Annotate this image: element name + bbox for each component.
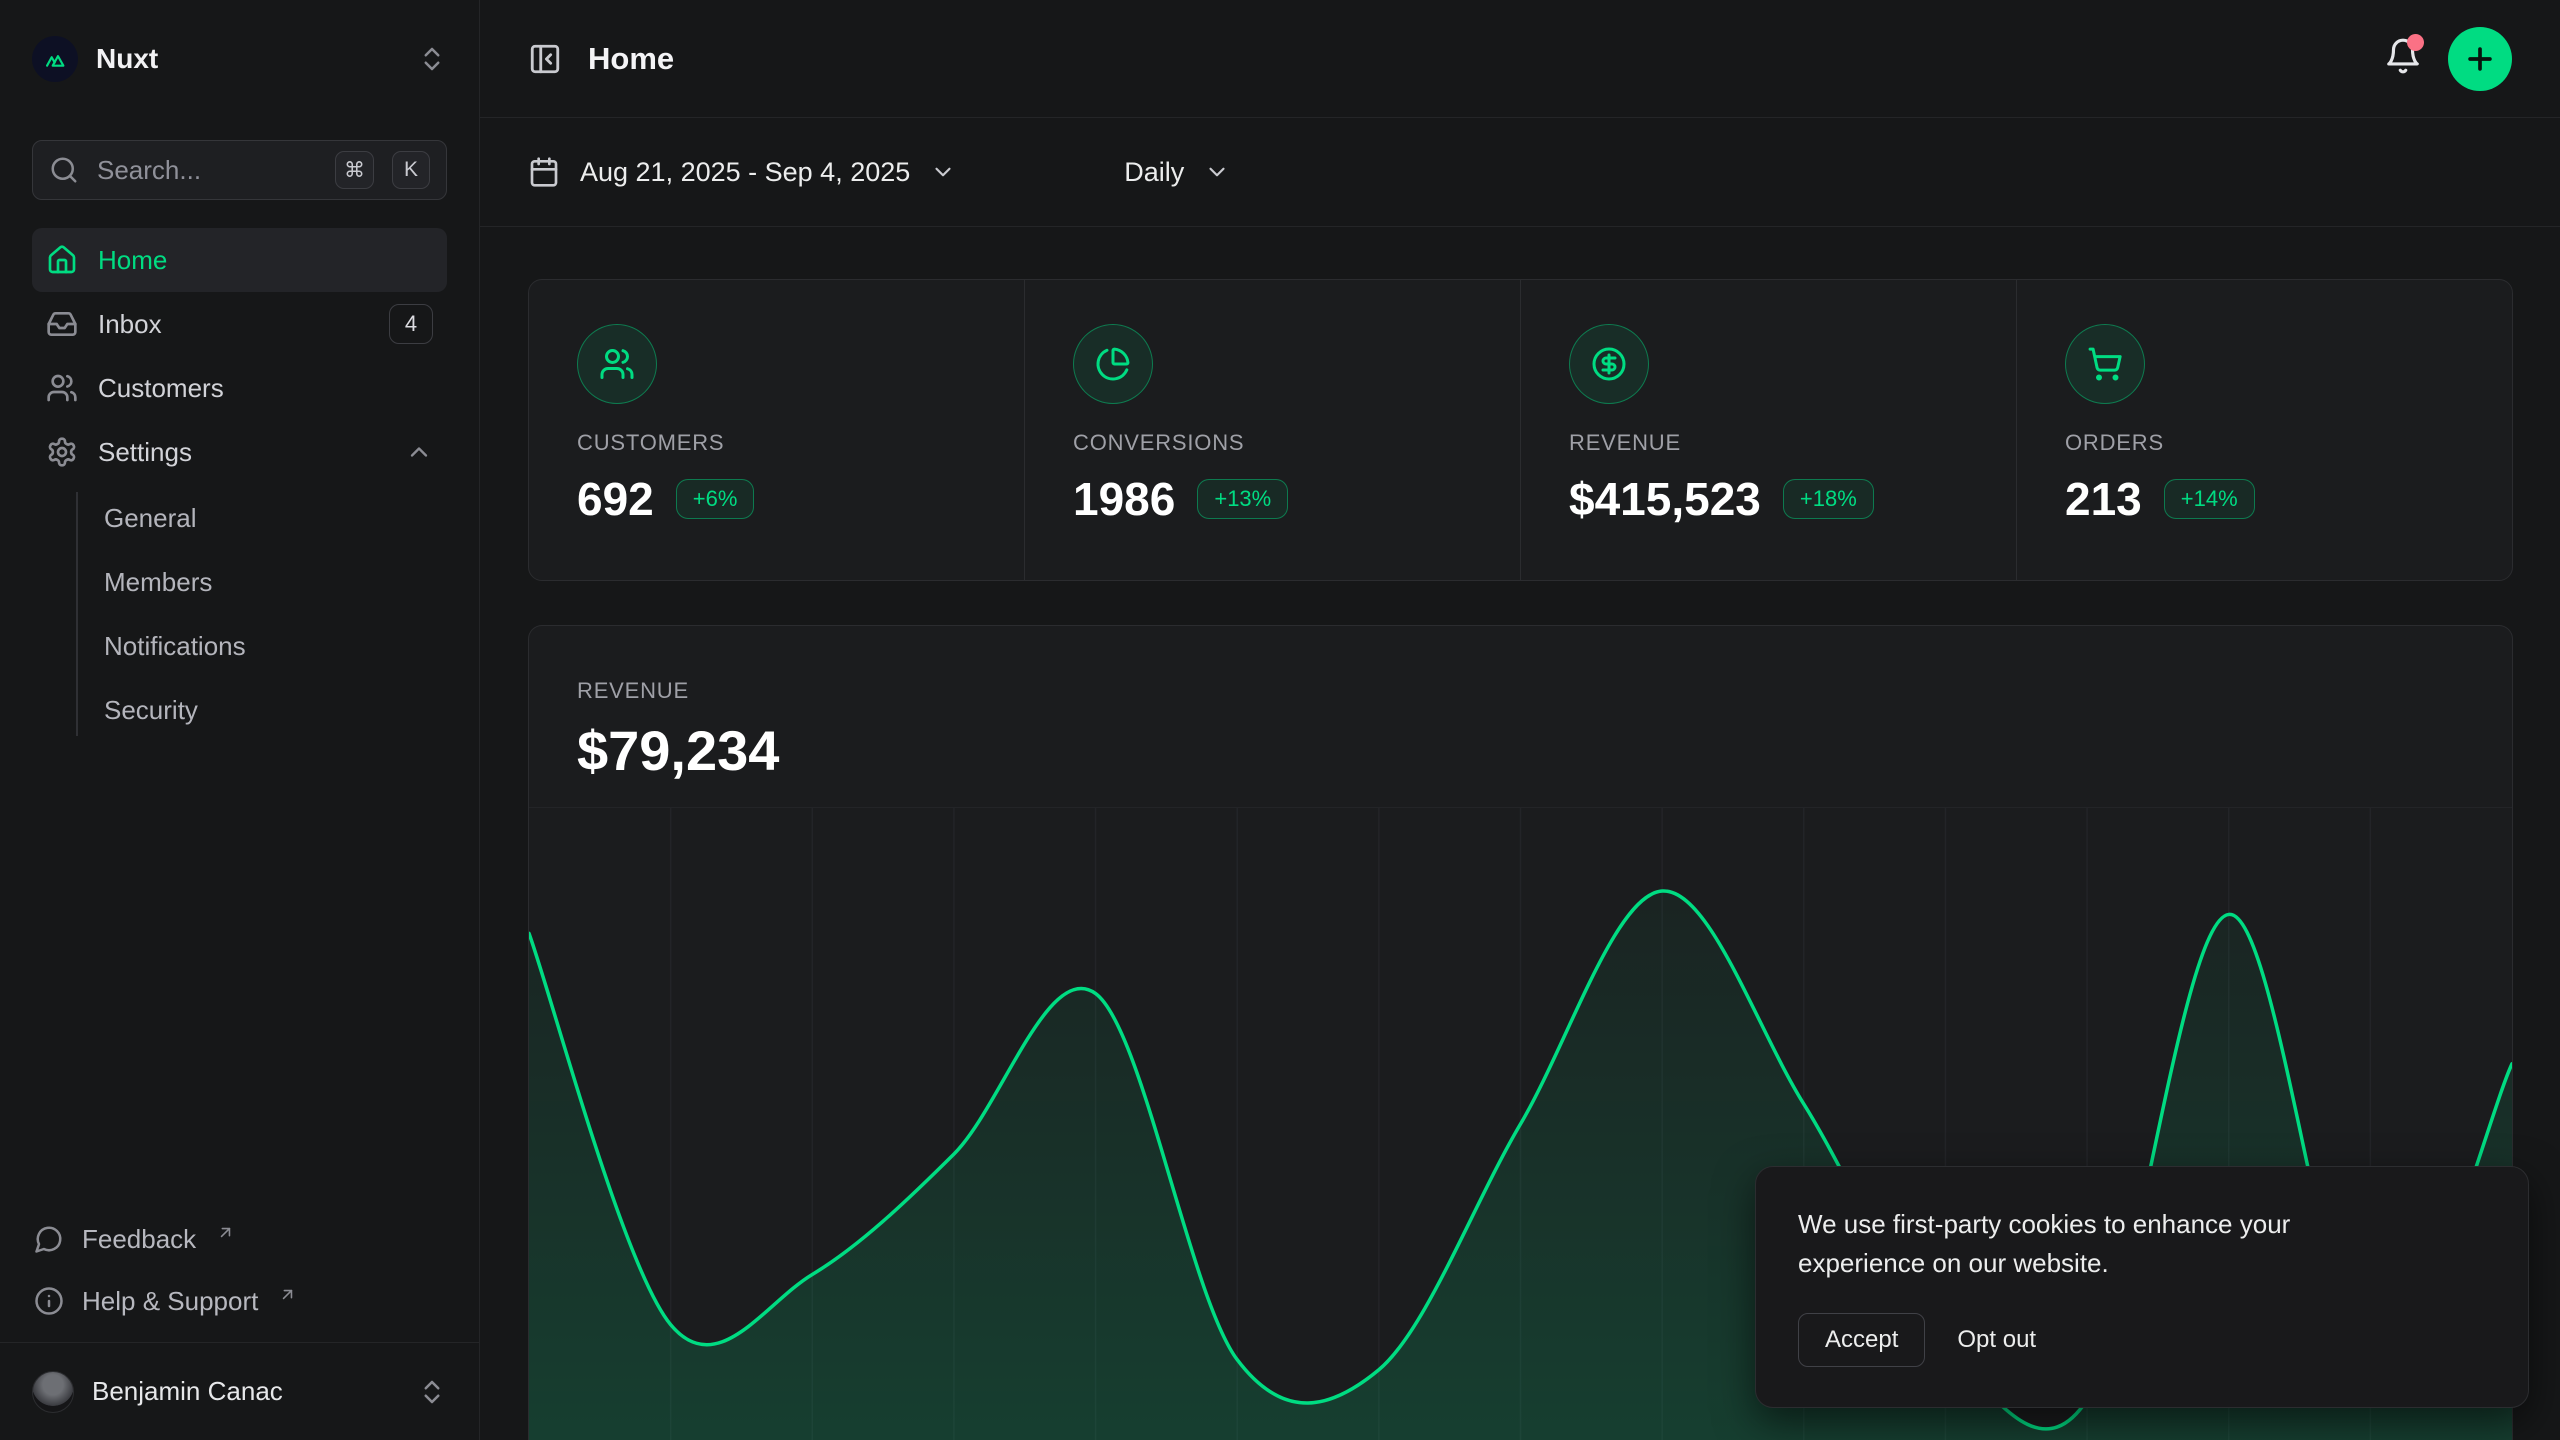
stat-delta-badge: +14%: [2164, 479, 2255, 519]
sidebar-item-label: Inbox: [98, 309, 369, 340]
settings-gear-icon: [46, 436, 78, 468]
message-circle-icon: [34, 1224, 64, 1254]
chevron-down-icon: [930, 159, 956, 185]
home-icon: [46, 244, 78, 276]
notifications-button[interactable]: [2384, 37, 2422, 80]
inbox-count-badge: 4: [389, 304, 433, 344]
cookie-actions: Accept Opt out: [1798, 1313, 2486, 1367]
stat-delta-badge: +18%: [1783, 479, 1874, 519]
stat-orders[interactable]: ORDERS 213 +14%: [2016, 280, 2512, 580]
user-name: Benjamin Canac: [92, 1376, 399, 1407]
sidebar-item-label: Customers: [98, 373, 433, 404]
sidebar-item-notifications[interactable]: Notifications: [104, 614, 447, 678]
revenue-chart-value: $79,234: [577, 718, 2464, 783]
stat-label: ORDERS: [2065, 430, 2464, 456]
shopping-cart-icon: [2065, 324, 2145, 404]
stat-value: $415,523: [1569, 472, 1761, 526]
revenue-chart-label: REVENUE: [577, 678, 2464, 704]
stat-label: REVENUE: [1569, 430, 1968, 456]
inbox-icon: [46, 308, 78, 340]
search-input[interactable]: Search... ⌘ K: [32, 140, 447, 200]
kbd-meta: ⌘: [335, 151, 374, 189]
sidebar-footer: Feedback Help & Support: [0, 1208, 479, 1342]
stat-value: 692: [577, 472, 654, 526]
notification-dot: [2407, 34, 2424, 51]
cookie-banner: We use first-party cookies to enhance yo…: [1755, 1166, 2529, 1408]
date-range-picker[interactable]: Aug 21, 2025 - Sep 4, 2025: [528, 156, 956, 188]
sidebar-spacer: [0, 742, 479, 1208]
workspace-switcher[interactable]: Nuxt: [0, 0, 479, 118]
external-link-arrow-icon: [216, 1223, 235, 1242]
revenue-chart-header: REVENUE $79,234: [529, 626, 2512, 807]
stat-customers[interactable]: CUSTOMERS 692 +6%: [529, 280, 1024, 580]
cookie-message: We use first-party cookies to enhance yo…: [1798, 1205, 2418, 1283]
feedback-link[interactable]: Feedback: [32, 1208, 447, 1270]
user-menu[interactable]: Benjamin Canac: [0, 1343, 479, 1440]
stat-delta-badge: +6%: [676, 479, 755, 519]
stat-label: CUSTOMERS: [577, 430, 976, 456]
page-header: Home: [480, 0, 2560, 118]
sidebar-item-label: Settings: [98, 437, 385, 468]
sidebar-item-customers[interactable]: Customers: [32, 356, 447, 420]
stat-value: 1986: [1073, 472, 1175, 526]
info-circle-icon: [34, 1286, 64, 1316]
sidebar-item-inbox[interactable]: Inbox 4: [32, 292, 447, 356]
chevrons-up-down-icon: [417, 44, 447, 74]
filters-toolbar: Aug 21, 2025 - Sep 4, 2025 Daily: [480, 118, 2560, 227]
stat-revenue[interactable]: REVENUE $415,523 +18%: [1520, 280, 2016, 580]
nuxt-logo-icon: [32, 36, 78, 82]
chevrons-up-down-icon: [417, 1377, 447, 1407]
collapse-sidebar-button[interactable]: [528, 42, 562, 76]
sidebar-item-label: Home: [98, 245, 433, 276]
search-placeholder: Search...: [97, 155, 317, 186]
sidebar-item-settings[interactable]: Settings: [32, 420, 447, 484]
app-root: Nuxt Search... ⌘ K Home: [0, 0, 2560, 1440]
settings-subnav: General Members Notifications Security: [32, 486, 447, 742]
search-icon: [49, 155, 79, 185]
pie-chart-icon: [1073, 324, 1153, 404]
stat-delta-badge: +13%: [1197, 479, 1288, 519]
sidebar-item-general[interactable]: General: [104, 486, 447, 550]
plus-icon: [2463, 42, 2497, 76]
help-support-link[interactable]: Help & Support: [32, 1270, 447, 1332]
workspace-name: Nuxt: [96, 43, 399, 75]
calendar-icon: [528, 156, 560, 188]
date-range-value: Aug 21, 2025 - Sep 4, 2025: [580, 157, 910, 188]
chevron-up-icon: [405, 438, 433, 466]
granularity-select[interactable]: Daily: [1124, 157, 1230, 188]
chevron-down-icon: [1204, 159, 1230, 185]
granularity-value: Daily: [1124, 157, 1184, 188]
stat-value: 213: [2065, 472, 2142, 526]
add-button[interactable]: [2448, 27, 2512, 91]
kbd-k: K: [392, 151, 430, 189]
users-icon: [577, 324, 657, 404]
external-link-arrow-icon: [278, 1285, 297, 1304]
sidebar: Nuxt Search... ⌘ K Home: [0, 0, 480, 1440]
sidebar-item-members[interactable]: Members: [104, 550, 447, 614]
sidebar-item-home[interactable]: Home: [32, 228, 447, 292]
sidebar-item-security[interactable]: Security: [104, 678, 447, 742]
users-icon: [46, 372, 78, 404]
help-support-label: Help & Support: [82, 1286, 258, 1317]
accept-button[interactable]: Accept: [1798, 1313, 1925, 1367]
stat-conversions[interactable]: CONVERSIONS 1986 +13%: [1024, 280, 1520, 580]
feedback-label: Feedback: [82, 1224, 196, 1255]
page-title: Home: [588, 41, 674, 77]
sidebar-nav: Home Inbox 4 Customers Settings: [0, 228, 479, 742]
stats-card: CUSTOMERS 692 +6% CONVERSIONS 1986 +13%: [528, 279, 2513, 581]
stat-label: CONVERSIONS: [1073, 430, 1472, 456]
opt-out-button[interactable]: Opt out: [1943, 1314, 2050, 1366]
dollar-circle-icon: [1569, 324, 1649, 404]
user-avatar: [32, 1371, 74, 1413]
